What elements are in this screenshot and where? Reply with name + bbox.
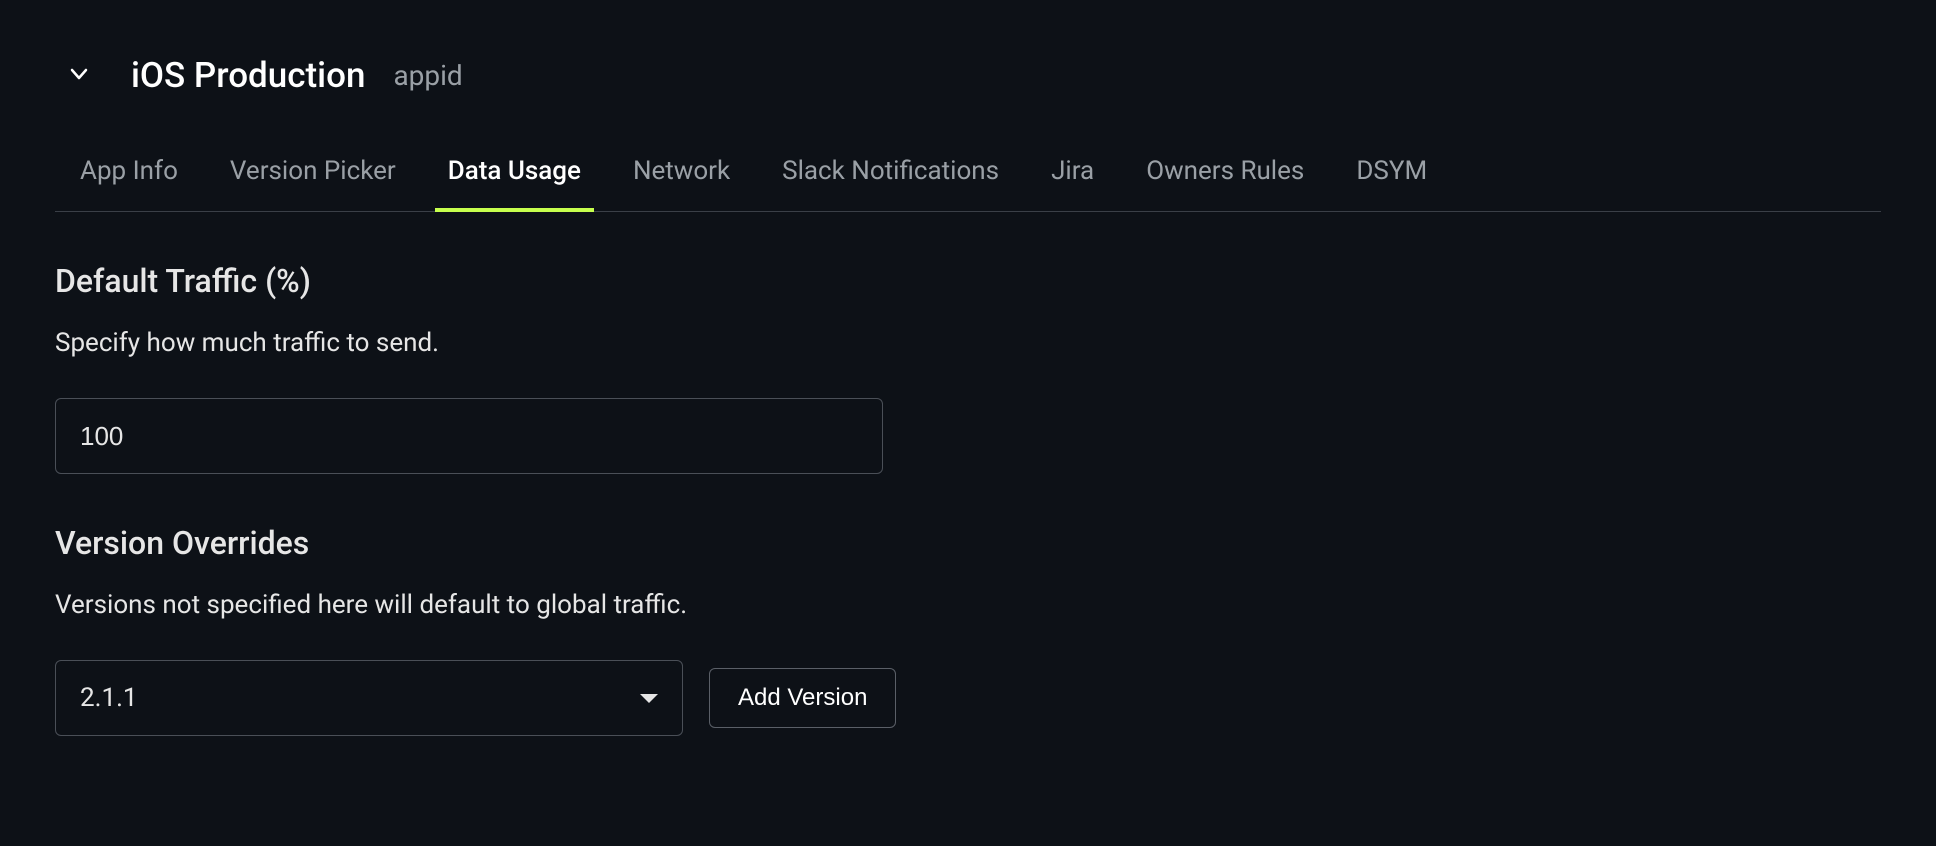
tab-network[interactable]: Network [633, 156, 730, 211]
tab-jira[interactable]: Jira [1051, 156, 1094, 211]
default-traffic-title: Default Traffic (%) [55, 262, 1881, 300]
add-version-button[interactable]: Add Version [709, 668, 896, 728]
tab-owners-rules[interactable]: Owners Rules [1146, 156, 1304, 211]
tab-data-usage[interactable]: Data Usage [448, 156, 581, 211]
tabs: App Info Version Picker Data Usage Netwo… [55, 156, 1881, 212]
version-overrides-desc: Versions not specified here will default… [55, 590, 1881, 620]
version-select[interactable]: 2.1.1 [55, 660, 683, 736]
tab-version-picker[interactable]: Version Picker [230, 156, 396, 211]
caret-down-icon [640, 694, 658, 703]
chevron-down-icon [67, 62, 91, 90]
version-overrides-title: Version Overrides [55, 524, 1881, 562]
version-select-value: 2.1.1 [80, 683, 138, 713]
expand-toggle[interactable] [65, 62, 93, 90]
tab-dsym[interactable]: DSYM [1356, 156, 1427, 211]
default-traffic-desc: Specify how much traffic to send. [55, 328, 1881, 358]
tab-app-info[interactable]: App Info [80, 156, 178, 211]
default-traffic-input[interactable] [55, 398, 883, 474]
page-title: iOS Production [131, 55, 365, 96]
tab-slack-notifications[interactable]: Slack Notifications [782, 156, 999, 211]
page-subtitle: appid [393, 59, 462, 92]
